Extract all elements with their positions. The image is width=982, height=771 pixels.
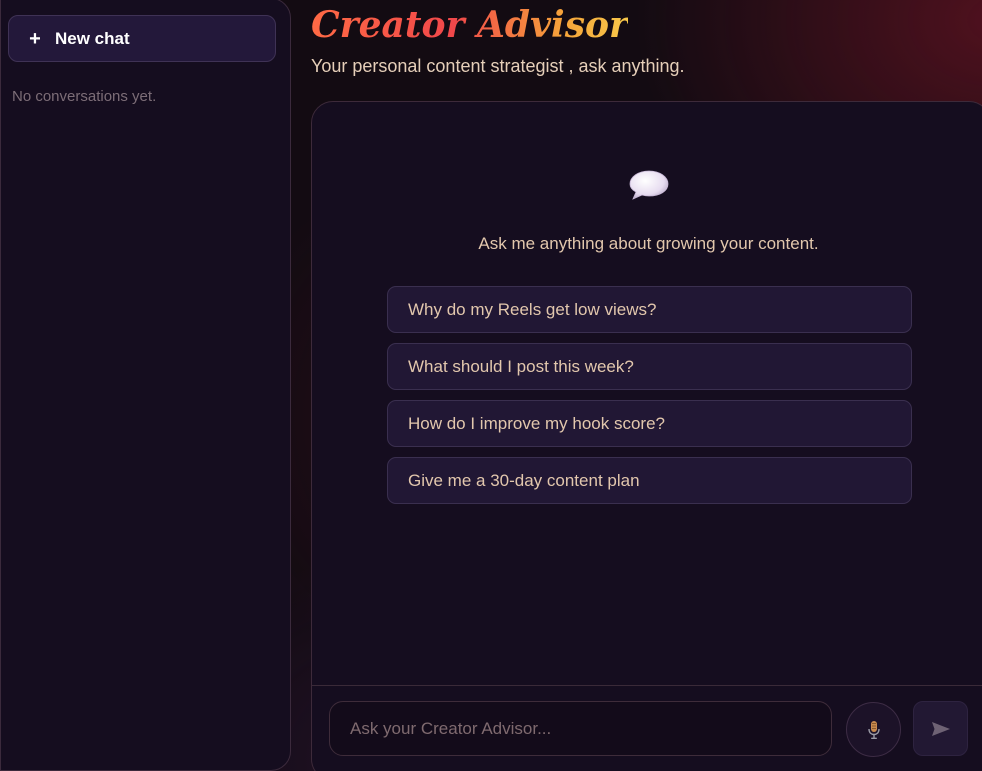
microphone-icon [867, 720, 880, 739]
suggestion-list: Why do my Reels get low views? What shou… [387, 286, 912, 514]
intro-text: Ask me anything about growing your conte… [478, 234, 819, 253]
suggestion-button[interactable]: Give me a 30-day content plan [387, 457, 912, 504]
mic-button[interactable] [846, 702, 901, 757]
suggestion-button[interactable]: Why do my Reels get low views? [387, 286, 912, 333]
empty-conversations-text: No conversations yet. [12, 88, 157, 105]
new-chat-button[interactable]: + New chat [8, 15, 276, 62]
new-chat-label: New chat [55, 28, 130, 48]
send-button[interactable] [913, 701, 968, 756]
sidebar: + New chat No conversations yet. [0, 0, 291, 771]
send-icon [931, 721, 950, 736]
composer-bar [312, 685, 982, 771]
suggestion-button[interactable]: What should I post this week? [387, 343, 912, 390]
app-title: Creator Advisor [311, 4, 628, 46]
chat-panel: Ask me anything about growing your conte… [311, 101, 982, 771]
speech-bubble-icon [629, 170, 669, 200]
app-subtitle: Your personal content strategist , ask a… [311, 56, 685, 76]
plus-icon: + [29, 27, 41, 50]
suggestion-button[interactable]: How do I improve my hook score? [387, 400, 912, 447]
chat-input[interactable] [329, 701, 832, 756]
